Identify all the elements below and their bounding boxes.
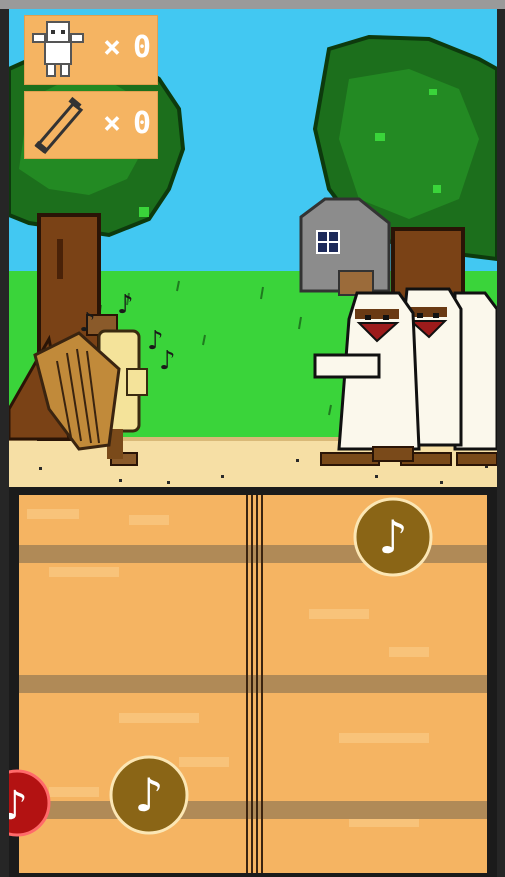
screen-border-right [497,9,505,877]
note-bottom-left[interactable]: ♪ [109,755,189,835]
rescued-counter-panel: × 0 [24,15,158,85]
scroll-counter-panel: × 0 [24,91,158,159]
scroll-icon [34,96,84,154]
note-glyph: ♪ [378,510,407,564]
svg-text:♪: ♪ [117,290,134,320]
note-glyph: ♪ [9,783,28,829]
svg-text:♪: ♪ [159,346,176,376]
scroll-count: 0 [133,106,152,141]
screen-border-left [0,9,9,877]
white-figure-icon [32,21,84,77]
game-scene: ♪ ♪ ♪ ♪ × 0 × 0 [9,9,497,487]
scroll-times-sign: × [103,106,122,141]
note-top-right[interactable]: ♪ [353,497,433,577]
rhythm-board[interactable]: ♪ ♪ ♪ [9,487,497,877]
window-top-bar [0,0,505,9]
rescued-times-sign: × [103,30,122,65]
rescued-count: 0 [133,30,152,65]
note-glyph: ♪ [134,768,163,822]
svg-text:♪: ♪ [79,308,96,338]
grey-house [299,197,391,296]
rhythm-board-canvas: ♪ ♪ ♪ [9,487,497,877]
